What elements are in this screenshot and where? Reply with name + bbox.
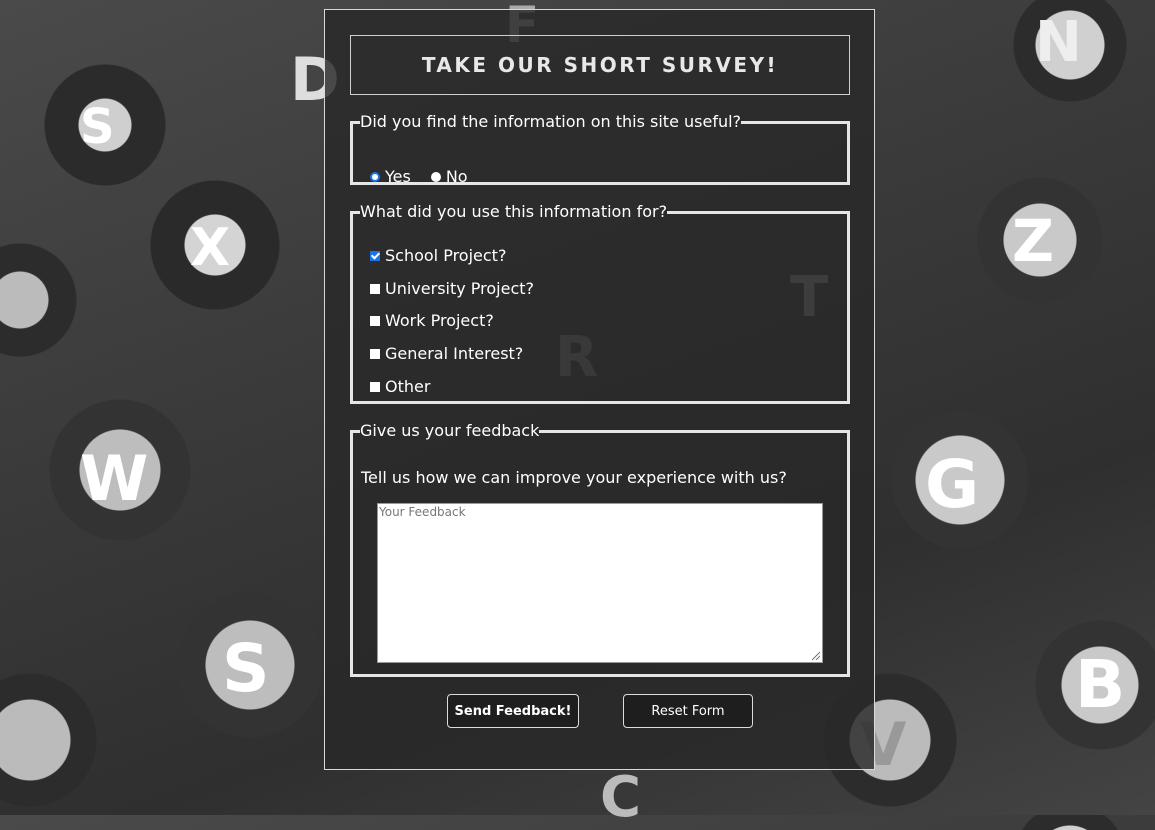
survey-title: TAKE OUR SHORT SURVEY! (421, 53, 779, 77)
checkbox-row-work: Work Project? (370, 311, 494, 330)
no-radio[interactable] (430, 171, 441, 182)
background-key-s: S (80, 99, 115, 155)
background-key-g: G (925, 446, 980, 523)
survey-panel: TAKE OUR SHORT SURVEY! Did you find the … (324, 9, 875, 770)
usefulness-options: Yes No (370, 167, 488, 186)
usefulness-legend: Did you find the information on this sit… (360, 112, 742, 131)
no-label[interactable]: No (446, 167, 468, 186)
general-interest-checkbox[interactable] (370, 348, 380, 359)
background-key-z: Z (1012, 207, 1055, 275)
feedback-prompt: Tell us how we can improve your experien… (361, 468, 787, 487)
checkbox-row-university: University Project? (370, 279, 534, 298)
school-project-label[interactable]: School Project? (385, 246, 506, 265)
university-project-checkbox[interactable] (370, 283, 380, 294)
feedback-fieldset: Give us your feedback Tell us how we can… (350, 422, 850, 677)
feedback-legend: Give us your feedback (360, 421, 540, 440)
background-key-s2: S (222, 630, 270, 707)
school-project-checkbox[interactable] (370, 250, 380, 261)
usefulness-fieldset: Did you find the information on this sit… (350, 112, 850, 186)
yes-radio[interactable] (370, 171, 380, 182)
work-project-label[interactable]: Work Project? (385, 311, 494, 330)
usage-fieldset: What did you use this information for? S… (350, 203, 850, 404)
yes-label[interactable]: Yes (385, 167, 411, 186)
other-checkbox[interactable] (370, 381, 380, 392)
background-key-x: X (190, 218, 231, 278)
survey-title-box: TAKE OUR SHORT SURVEY! (350, 35, 850, 95)
background-key-n: N (1035, 10, 1082, 75)
other-label[interactable]: Other (385, 377, 430, 396)
reset-form-button[interactable]: Reset Form (623, 694, 753, 728)
university-project-label[interactable]: University Project? (385, 279, 534, 298)
resize-grip-icon[interactable] (812, 652, 820, 660)
checkbox-row-other: Other (370, 377, 430, 396)
feedback-placeholder: Your Feedback (379, 505, 466, 519)
checkbox-row-general: General Interest? (370, 344, 523, 363)
background-key-c: C (600, 765, 642, 830)
background-key-b: B (1075, 646, 1126, 723)
background-key-w: W (80, 442, 149, 515)
send-feedback-button[interactable]: Send Feedback! (447, 694, 579, 728)
checkbox-row-school: School Project? (370, 246, 506, 265)
work-project-checkbox[interactable] (370, 315, 380, 326)
general-interest-label[interactable]: General Interest? (385, 344, 523, 363)
usage-legend: What did you use this information for? (360, 202, 668, 221)
feedback-textarea[interactable]: Your Feedback (377, 503, 823, 663)
